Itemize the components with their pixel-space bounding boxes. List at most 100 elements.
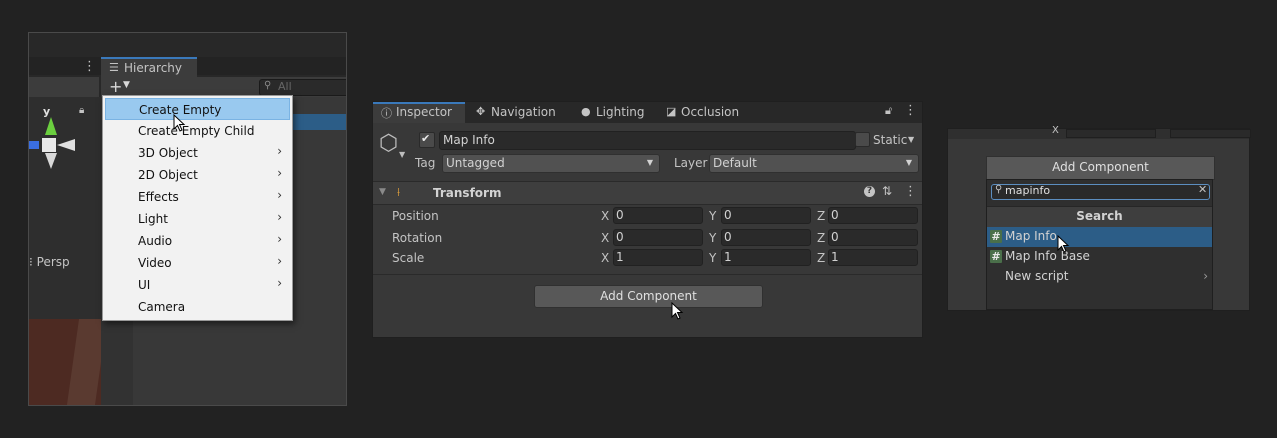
scene-toolbar xyxy=(29,77,99,97)
projection-label[interactable]: ⁝ Persp xyxy=(29,255,70,269)
axis-x-label: X xyxy=(601,231,610,245)
lock-icon[interactable]: 🔓︎ xyxy=(885,104,892,118)
axis-z-label: Z xyxy=(817,231,826,245)
scale-label: Scale xyxy=(392,251,425,265)
info-icon: ⓘ xyxy=(381,107,392,120)
field-value: 0 xyxy=(831,230,839,244)
rotation-y-field[interactable]: 0 xyxy=(721,229,811,246)
menu-item-audio[interactable]: Audio › xyxy=(105,230,290,252)
axis-y-label: Y xyxy=(709,251,717,265)
static-checkbox[interactable] xyxy=(855,132,870,147)
transform-header[interactable]: ▼ ⟊ Transform ? ⇅ ⋮ xyxy=(373,181,922,205)
gizmo-center[interactable] xyxy=(42,138,56,152)
tab-inspector[interactable]: ⓘ Inspector xyxy=(373,102,465,123)
result-new-script[interactable]: New script › xyxy=(987,267,1212,287)
result-label: New script xyxy=(1005,269,1069,283)
position-z-field[interactable]: 0 xyxy=(828,207,918,224)
layer-label: Layer xyxy=(674,156,708,170)
field-cropped[interactable] xyxy=(1066,129,1156,138)
mouse-cursor-icon xyxy=(173,114,186,132)
menu-item-label: UI xyxy=(138,278,151,292)
scale-y-field[interactable]: 1 xyxy=(721,249,811,266)
chevron-down-icon: ▼ xyxy=(905,158,912,167)
rotation-x-field[interactable]: 0 xyxy=(613,229,703,246)
position-x-field[interactable]: 0 xyxy=(613,207,703,224)
tab-hierarchy[interactable]: ☰ Hierarchy xyxy=(101,57,197,77)
gizmo-y-cone[interactable] xyxy=(45,117,57,135)
gizmo-x-cone[interactable] xyxy=(57,139,75,151)
rotation-z-field[interactable]: 0 xyxy=(828,229,918,246)
submenu-arrow-icon: › xyxy=(277,166,282,180)
result-map-info[interactable]: # Map Info xyxy=(987,227,1212,247)
tag-value: Untagged xyxy=(446,156,505,170)
axis-z-label: Z xyxy=(817,251,826,265)
scene-view[interactable]: 🔒︎ y ⁝ Persp xyxy=(29,97,108,405)
menu-item-ui[interactable]: UI › xyxy=(105,274,290,296)
selected-row[interactable] xyxy=(291,114,346,130)
axis-x-label: X xyxy=(1052,125,1059,136)
gizmo-neg-y-cone[interactable] xyxy=(45,153,57,169)
add-component-button[interactable]: Add Component xyxy=(534,285,763,308)
position-label: Position xyxy=(392,209,439,223)
field-value: 1 xyxy=(616,250,624,264)
axis-x-label: X xyxy=(601,209,610,223)
create-plus-icon[interactable]: + xyxy=(109,77,122,96)
scene-menu-icon[interactable]: ⋮ xyxy=(83,59,96,74)
menu-item-light[interactable]: Light › xyxy=(105,208,290,230)
lock-icon[interactable]: 🔒︎ xyxy=(79,105,84,116)
menu-item-label: 2D Object xyxy=(138,168,198,182)
more-options-icon[interactable]: ⋮ xyxy=(904,184,917,199)
result-label: Map Info xyxy=(1005,229,1057,243)
add-component-button[interactable]: Add Component xyxy=(986,156,1215,180)
menu-item-effects[interactable]: Effects › xyxy=(105,186,290,208)
tab-occlusion[interactable]: ◪ Occlusion xyxy=(658,102,748,123)
menu-item-2d-object[interactable]: 2D Object › xyxy=(105,164,290,186)
menu-item-create-empty[interactable]: Create Empty xyxy=(105,98,290,120)
menu-item-3d-object[interactable]: 3D Object › xyxy=(105,142,290,164)
menu-item-video[interactable]: Video › xyxy=(105,252,290,274)
object-name-field[interactable]: Map Info xyxy=(439,131,856,150)
scale-x-field[interactable]: 1 xyxy=(613,249,703,266)
hierarchy-search-input[interactable]: ⚲ All xyxy=(259,79,346,96)
axis-y-label: Y xyxy=(709,231,717,245)
clear-icon[interactable]: ✕ xyxy=(1198,183,1207,196)
submenu-arrow-icon: › xyxy=(277,232,282,246)
result-map-info-base[interactable]: # Map Info Base xyxy=(987,247,1212,267)
tag-dropdown[interactable]: Untagged ▼ xyxy=(442,154,660,173)
active-checkbox[interactable]: ✔ xyxy=(419,132,435,148)
search-icon: ⚲ xyxy=(995,184,1003,195)
axis-y-label: Y xyxy=(709,209,717,223)
search-value: mapinfo xyxy=(1005,184,1051,197)
field-value: 0 xyxy=(724,230,732,244)
chevron-down-icon: ▼ xyxy=(646,158,653,167)
foldout-arrow-icon[interactable]: ▼ xyxy=(379,187,386,197)
script-icon: # xyxy=(990,250,1002,263)
layer-value: Default xyxy=(713,156,757,170)
submenu-arrow-icon: › xyxy=(277,276,282,290)
layer-dropdown[interactable]: Default ▼ xyxy=(709,154,919,173)
menu-item-label: Camera xyxy=(138,300,186,314)
submenu-arrow-icon: › xyxy=(277,254,282,268)
tab-navigation[interactable]: ✥ Navigation xyxy=(468,102,568,123)
tab-lighting[interactable]: ● Lighting xyxy=(573,102,653,123)
menu-item-camera[interactable]: Camera xyxy=(105,296,290,318)
gizmo-z-cone[interactable] xyxy=(29,141,39,149)
position-y-field[interactable]: 0 xyxy=(721,207,811,224)
submenu-arrow-icon: › xyxy=(277,188,282,202)
more-options-icon[interactable]: ⋮ xyxy=(904,103,917,118)
menu-item-label: Create Empty Child xyxy=(138,124,255,138)
static-dropdown-icon[interactable]: ▼ xyxy=(908,135,914,144)
chevron-down-icon[interactable]: ▼ xyxy=(399,150,405,159)
menu-item-create-empty-child[interactable]: Create Empty Child xyxy=(105,120,290,142)
create-context-menu: Create Empty Create Empty Child 3D Objec… xyxy=(102,95,293,321)
gameobject-cube-icon[interactable]: ⬡ xyxy=(379,131,398,156)
search-placeholder: All xyxy=(278,80,292,93)
presets-icon[interactable]: ⇅ xyxy=(882,184,892,198)
chevron-down-icon[interactable]: ▼ xyxy=(123,80,130,90)
scale-z-field[interactable]: 1 xyxy=(828,249,918,266)
menu-item-label: Effects xyxy=(138,190,179,204)
component-search-input[interactable]: ⚲ mapinfo ✕ xyxy=(991,183,1210,200)
menu-item-label: Light xyxy=(138,212,168,226)
help-icon[interactable]: ? xyxy=(864,186,875,197)
field-cropped[interactable] xyxy=(1170,129,1251,138)
